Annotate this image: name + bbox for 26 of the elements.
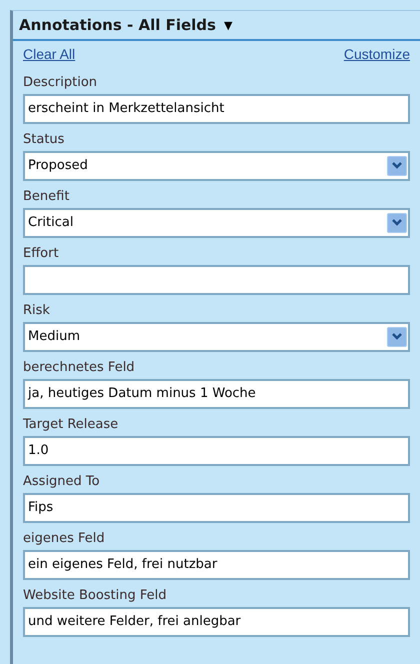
field-label: eigenes Feld [23,530,106,548]
dropdown-field[interactable]: Proposed [23,151,410,181]
panel-title: Annotations - All Fields [19,14,216,36]
field-label: Assigned To [23,473,101,491]
field-label: Target Release [23,416,120,434]
chevron-down-icon[interactable] [387,327,407,347]
input-field[interactable]: ja, heutiges Datum minus 1 Woche [23,379,410,409]
input-field[interactable]: ein eigenes Feld, frei nutzbar [23,550,410,580]
link[interactable]: Clear All [23,44,76,65]
input-field[interactable]: Fips [23,493,410,523]
input-field[interactable] [23,265,410,295]
dropdown-field[interactable]: Medium [23,322,410,352]
field-label: Website Boosting Feld [23,587,168,605]
chevron-down-icon[interactable] [387,213,407,233]
input-field[interactable]: und weitere Felder, frei anlegbar [23,607,410,637]
link[interactable]: Customize [344,44,410,65]
field-label: Risk [23,302,51,320]
field-label: berechnetes Feld [23,359,136,377]
input-field[interactable]: 1.0 [23,436,410,466]
field-label: Description [23,74,98,92]
input-field[interactable]: erscheint in Merkzettelansicht [23,94,410,124]
field-label: Status [23,131,66,149]
dropdown-field[interactable]: Critical [23,208,410,238]
field-label: Benefit [23,188,70,206]
field-label: Effort [23,245,60,263]
chevron-down-icon[interactable] [387,156,407,176]
